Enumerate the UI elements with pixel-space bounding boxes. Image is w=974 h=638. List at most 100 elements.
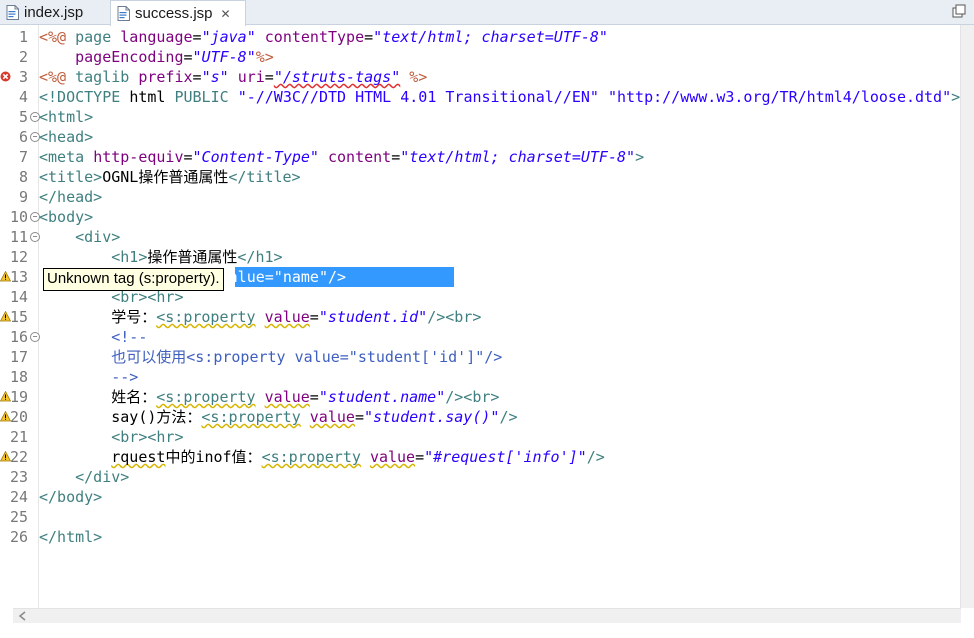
tab-label: index.jsp — [24, 3, 84, 21]
code-line[interactable]: <!DOCTYPE html PUBLIC "-//W3C//DTD HTML … — [39, 87, 960, 107]
warning-marker-icon[interactable] — [0, 411, 11, 422]
code-line[interactable]: <body> — [39, 207, 93, 227]
code-token: value — [369, 448, 416, 466]
code-token: 学号： — [39, 308, 157, 326]
code-token: prefix — [138, 68, 193, 86]
code-token: </div> — [75, 468, 130, 486]
code-token: 也可以使用<s:property value="student['id']"/> — [39, 348, 503, 366]
code-token: = — [415, 448, 425, 466]
close-tab-icon[interactable]: ✕ — [221, 7, 231, 21]
warning-marker-icon[interactable] — [0, 271, 11, 282]
code-token: = — [364, 28, 374, 46]
code-line[interactable]: <div> — [39, 227, 120, 247]
code-line[interactable]: <head> — [39, 127, 93, 147]
code-line[interactable]: --> — [39, 367, 138, 387]
code-token: rquest — [111, 448, 166, 466]
line-number: 1 — [18, 28, 28, 46]
code-token: taglib — [75, 68, 139, 86]
code-line[interactable]: </body> — [39, 487, 102, 507]
code-token: </title> — [228, 168, 301, 186]
code-token: value — [264, 308, 310, 326]
code-token: uri — [237, 68, 265, 86]
code-token: "text/html; charset=UTF-8" — [400, 148, 636, 166]
code-line[interactable]: <meta http-equiv="Content-Type" content=… — [39, 147, 644, 167]
line-number: 10 — [9, 208, 28, 226]
code-token: "/struts-tags" — [273, 68, 401, 86]
code-line[interactable]: <h1>操作普通属性</h1> — [39, 247, 282, 267]
code-line[interactable]: </html> — [39, 527, 102, 547]
tab-index-jsp[interactable]: index.jsp — [2, 0, 110, 24]
code-token: = — [183, 48, 193, 66]
horizontal-scrollbar[interactable] — [13, 608, 961, 623]
jsp-file-icon — [117, 6, 130, 21]
code-editor[interactable]: 1 2 3 4 5−6−7 8 9 10−11−12 13 14 15 16−17 18 19 20 21 22… — [0, 25, 974, 638]
tab-success-jsp[interactable]: success.jsp ✕ — [110, 0, 246, 26]
code-token: --> — [39, 368, 139, 386]
code-token: </body> — [39, 488, 103, 506]
code-line[interactable]: <title>OGNL操作普通属性</title> — [39, 167, 301, 187]
code-token: > — [635, 148, 645, 166]
scroll-left-arrow-icon[interactable] — [17, 611, 29, 621]
code-line[interactable]: rquest中的inof值：<s:property value="#reques… — [39, 447, 605, 467]
code-token: PUBLIC — [174, 88, 238, 106]
code-token: "s" — [201, 68, 229, 86]
code-token: 中的inof值： — [165, 448, 262, 466]
code-line[interactable]: </div> — [39, 467, 129, 487]
warning-marker-icon[interactable] — [0, 311, 11, 322]
code-token: value — [309, 408, 355, 426]
code-token: contentType — [264, 28, 365, 46]
code-line[interactable]: <!-- — [39, 327, 147, 347]
error-marker-icon[interactable] — [0, 71, 11, 82]
code-text-area[interactable]: <%@ page language="java" contentType="te… — [39, 25, 961, 608]
code-token: <s:property — [201, 408, 301, 426]
code-line[interactable]: pageEncoding="UTF-8"%> — [39, 47, 274, 67]
code-line[interactable]: <br><hr> — [39, 427, 183, 447]
code-token: <%@ — [39, 68, 76, 86]
code-token: page — [75, 28, 121, 46]
code-token: <s:property — [156, 388, 256, 406]
code-token: = — [264, 68, 274, 86]
warning-marker-icon[interactable] — [0, 391, 11, 402]
line-number: 9 — [18, 188, 28, 206]
code-token: html — [129, 88, 175, 106]
code-token: "student.say()" — [363, 408, 500, 426]
code-line[interactable]: 也可以使用<s:property value="student['id']"/> — [39, 347, 502, 367]
code-line[interactable]: </head> — [39, 187, 102, 207]
code-token: <h1> — [111, 248, 148, 266]
code-token: = — [391, 148, 401, 166]
code-token: say()方法： — [39, 408, 202, 426]
line-number: 12 — [9, 248, 28, 266]
code-token: </head> — [39, 188, 103, 206]
restore-window-icon[interactable] — [952, 4, 966, 18]
code-token: <!DOCTYPE — [39, 88, 130, 106]
code-token: "UTF-8" — [192, 48, 256, 66]
line-number: 4 — [18, 88, 28, 106]
code-token: OGNL操作普通属性 — [102, 168, 229, 186]
code-line[interactable]: 学号：<s:property value="student.id"/><br> — [39, 307, 481, 327]
code-line[interactable]: 姓名：<s:property value="student.name"/><br… — [39, 387, 499, 407]
code-line[interactable]: <html> — [39, 107, 93, 127]
code-token: <meta — [39, 148, 94, 166]
code-token: /><br> — [427, 308, 482, 326]
code-line[interactable]: <%@ page language="java" contentType="te… — [39, 27, 608, 47]
line-number: 17 — [9, 348, 28, 366]
editor-tab-bar: index.jsp success.jsp ✕ — [0, 0, 974, 26]
code-token: <head> — [39, 128, 94, 146]
warning-marker-icon[interactable] — [0, 451, 11, 462]
code-token: <html> — [39, 108, 94, 126]
line-number: 26 — [9, 528, 28, 546]
code-line[interactable]: say()方法：<s:property value="student.say()… — [39, 407, 517, 427]
code-line[interactable]: <%@ taglib prefix="s" uri="/struts-tags"… — [39, 67, 427, 87]
line-number: 11 — [9, 228, 28, 246]
vertical-scrollbar[interactable] — [960, 25, 974, 608]
line-number: 5 — [18, 108, 28, 126]
line-number: 21 — [9, 428, 28, 446]
